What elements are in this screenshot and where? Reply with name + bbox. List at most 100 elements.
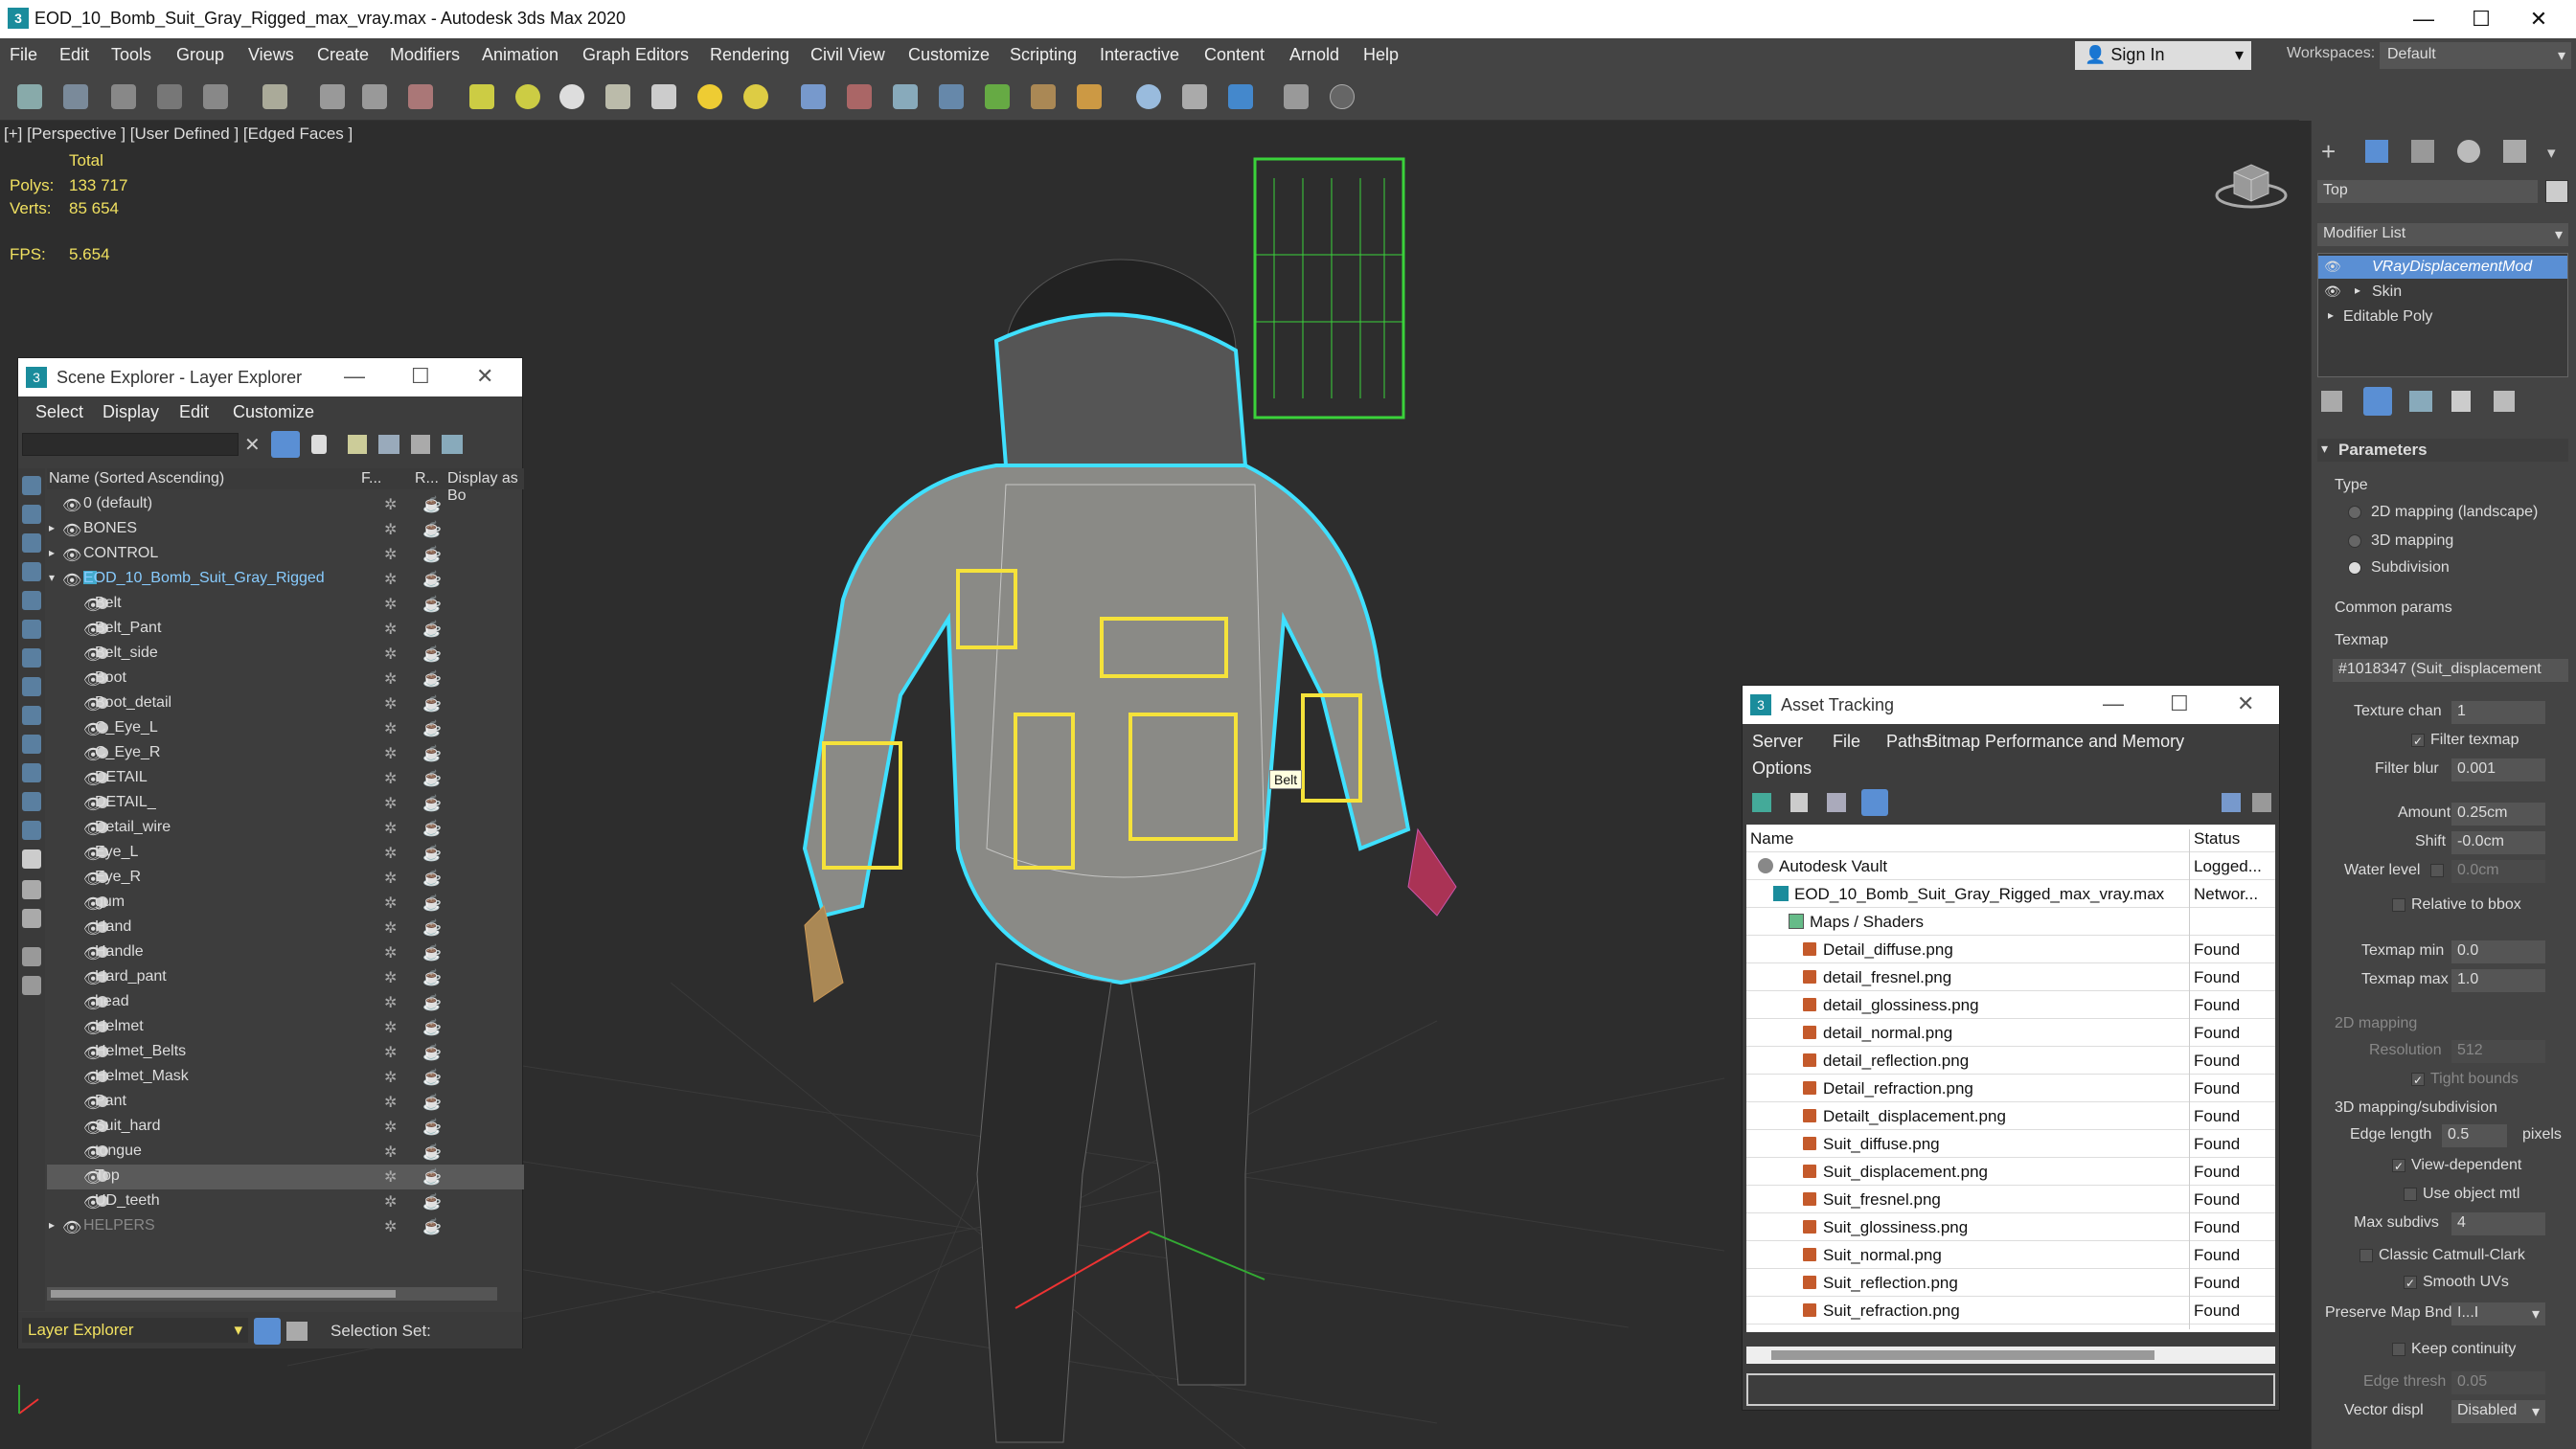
expand-arrow-icon[interactable]: ▾ bbox=[49, 571, 55, 584]
layer-tree-row[interactable]: 👁 DETAIL_ ✲ ☕ bbox=[47, 791, 524, 816]
maximize-button[interactable]: ☐ bbox=[2170, 691, 2189, 716]
scale-icon[interactable] bbox=[408, 84, 433, 109]
freeze-toggle-icon[interactable]: ✲ bbox=[384, 1118, 397, 1137]
freeze-toggle-icon[interactable]: ✲ bbox=[384, 1217, 397, 1236]
make-unique-icon[interactable] bbox=[2409, 391, 2432, 412]
layer-mode-icon[interactable] bbox=[254, 1318, 281, 1345]
viewport-label[interactable]: [+] [Perspective ] [User Defined ] [Edge… bbox=[4, 125, 353, 144]
layer-tree-row[interactable]: ▸ 👁 CONTROL ✲ ☕ bbox=[47, 542, 524, 567]
render-toggle-icon[interactable]: ☕ bbox=[422, 1192, 442, 1211]
column-f[interactable]: F... bbox=[361, 470, 381, 487]
rotate-icon[interactable] bbox=[362, 84, 387, 109]
camera-icon[interactable] bbox=[605, 84, 630, 109]
layer-tree-row[interactable]: 👁 Helmet_Mask ✲ ☕ bbox=[47, 1065, 524, 1090]
asset-row[interactable]: Suit_fresnel.png Found bbox=[1746, 1186, 2275, 1218]
vector-displ-dropdown[interactable]: Disabled ▾ bbox=[2451, 1400, 2545, 1423]
cone-icon[interactable] bbox=[651, 84, 676, 109]
menu-interactive[interactable]: Interactive bbox=[1100, 45, 1179, 65]
display-spacewarps-icon[interactable] bbox=[22, 648, 41, 668]
select-object-icon[interactable] bbox=[262, 84, 287, 109]
eye-icon[interactable]: 👁 bbox=[62, 571, 81, 589]
layer-tree-row[interactable]: 👁 Eye_R ✲ ☕ bbox=[47, 866, 524, 891]
render-toggle-icon[interactable]: ☕ bbox=[422, 1043, 442, 1062]
freeze-toggle-icon[interactable]: ✲ bbox=[384, 869, 397, 888]
layer-tree-row[interactable]: 👁 Belt_side ✲ ☕ bbox=[47, 642, 524, 667]
clear-search-icon[interactable]: ✕ bbox=[244, 433, 261, 457]
stack-item-skin[interactable]: 👁 ▸ Skin bbox=[2318, 281, 2567, 304]
eye-icon[interactable]: 👁 bbox=[2324, 283, 2341, 300]
layers-icon[interactable] bbox=[442, 435, 463, 454]
render-toggle-icon[interactable]: ☕ bbox=[422, 645, 442, 664]
layer-tree-row[interactable]: 👁 Hand ✲ ☕ bbox=[47, 916, 524, 940]
hierarchy-tab-icon[interactable] bbox=[2411, 140, 2434, 163]
display-frozen-icon[interactable] bbox=[22, 792, 41, 811]
viewcube-icon[interactable] bbox=[2213, 153, 2290, 211]
layer-tree-row[interactable]: 👁 Belt ✲ ☕ bbox=[47, 592, 524, 617]
render-toggle-icon[interactable]: ☕ bbox=[422, 669, 442, 689]
create-tab-icon[interactable]: + bbox=[2321, 139, 2344, 164]
layer-tree-row[interactable]: 👁 Top ✲ ☕ bbox=[47, 1165, 524, 1189]
render-toggle-icon[interactable]: ☕ bbox=[422, 993, 442, 1012]
menu-rendering[interactable]: Rendering bbox=[710, 45, 789, 65]
display-bones-icon[interactable] bbox=[22, 735, 41, 754]
freeze-toggle-icon[interactable]: ✲ bbox=[384, 943, 397, 962]
material-editor-icon[interactable] bbox=[1077, 84, 1102, 109]
menu-civil-view[interactable]: Civil View bbox=[810, 45, 885, 65]
render-toggle-icon[interactable]: ☕ bbox=[422, 719, 442, 738]
object-name-field[interactable]: Top bbox=[2317, 180, 2538, 203]
eye-icon[interactable]: 👁 bbox=[62, 521, 81, 539]
configure-modifier-sets-icon[interactable] bbox=[2494, 391, 2515, 412]
sign-in-dropdown[interactable]: 👤 Sign In ▾ bbox=[2075, 41, 2251, 70]
expand-arrow-icon[interactable]: ▸ bbox=[49, 1218, 55, 1232]
layer-tree-row[interactable]: 👁 Boot ✲ ☕ bbox=[47, 667, 524, 691]
render-toggle-icon[interactable]: ☕ bbox=[422, 968, 442, 987]
stack-item-vraydisplacement[interactable]: 👁 VRayDisplacementMod bbox=[2318, 256, 2567, 279]
menu-edit[interactable]: Edit bbox=[59, 45, 89, 65]
filter-icon[interactable] bbox=[271, 431, 300, 458]
list-view-icon[interactable] bbox=[1790, 793, 1808, 812]
menu-paths[interactable]: Paths bbox=[1886, 732, 1930, 752]
texmap-button[interactable]: #1018347 (Suit_displacement bbox=[2333, 659, 2568, 682]
asset-row[interactable]: Detailt_displacement.png Found bbox=[1746, 1102, 2275, 1135]
redo-icon[interactable] bbox=[63, 84, 88, 109]
freeze-toggle-icon[interactable]: ✲ bbox=[384, 620, 397, 639]
close-button[interactable]: ✕ bbox=[2510, 2, 2567, 36]
freeze-toggle-icon[interactable]: ✲ bbox=[384, 669, 397, 689]
workspace-dropdown[interactable]: Default ▾ bbox=[2380, 42, 2571, 69]
asset-row[interactable]: Suit_glossiness.png Found bbox=[1746, 1213, 2275, 1246]
scene-explorer-icon[interactable] bbox=[1284, 84, 1309, 109]
horizontal-scrollbar[interactable] bbox=[1746, 1347, 2275, 1364]
menu-customize[interactable]: Customize bbox=[233, 402, 314, 422]
explorer-type-dropdown[interactable]: Layer Explorer ▾ bbox=[22, 1318, 248, 1343]
display-cameras-icon[interactable] bbox=[22, 591, 41, 610]
texmap-min-spinner[interactable]: 0.0 bbox=[2451, 940, 2545, 963]
freeze-toggle-icon[interactable]: ✲ bbox=[384, 993, 397, 1012]
asset-row[interactable]: Suit_normal.png Found bbox=[1746, 1241, 2275, 1274]
settings-icon[interactable] bbox=[2252, 793, 2271, 812]
eye-icon[interactable]: 👁 bbox=[2324, 259, 2341, 275]
render-toggle-icon[interactable]: ☕ bbox=[422, 595, 442, 614]
render-toggle-icon[interactable]: ☕ bbox=[422, 1093, 442, 1112]
asset-row[interactable]: Suit_refraction.png Found bbox=[1746, 1297, 2275, 1329]
menu-file[interactable]: File bbox=[1833, 732, 1860, 752]
freeze-toggle-icon[interactable]: ✲ bbox=[384, 1143, 397, 1162]
hierarchy-mode-icon[interactable] bbox=[286, 1322, 308, 1341]
column-r[interactable]: R... bbox=[415, 470, 439, 487]
select-link-icon[interactable] bbox=[111, 84, 136, 109]
keep-continuity-checkbox[interactable] bbox=[2392, 1343, 2405, 1356]
view-dependent-checkbox[interactable]: ✓ bbox=[2392, 1159, 2405, 1173]
tight-bounds-checkbox[interactable]: ✓ bbox=[2411, 1073, 2425, 1087]
menu-tools[interactable]: Tools bbox=[111, 45, 151, 65]
layer-icon[interactable] bbox=[939, 84, 964, 109]
box-icon[interactable] bbox=[469, 84, 494, 109]
scene-explorer-titlebar[interactable]: 3 Scene Explorer - Layer Explorer — ☐ ✕ bbox=[18, 358, 522, 396]
render-toggle-icon[interactable]: ☕ bbox=[422, 1118, 442, 1137]
freeze-toggle-icon[interactable]: ✲ bbox=[384, 844, 397, 863]
menu-customize[interactable]: Customize bbox=[908, 45, 990, 65]
render-toggle-icon[interactable]: ☕ bbox=[422, 620, 442, 639]
radio-subdivision[interactable] bbox=[2348, 561, 2361, 575]
curve-editor-icon[interactable] bbox=[985, 84, 1010, 109]
bomb-suit-model[interactable] bbox=[802, 259, 1457, 1443]
mirror-icon[interactable] bbox=[847, 84, 872, 109]
freeze-toggle-icon[interactable]: ✲ bbox=[384, 894, 397, 913]
